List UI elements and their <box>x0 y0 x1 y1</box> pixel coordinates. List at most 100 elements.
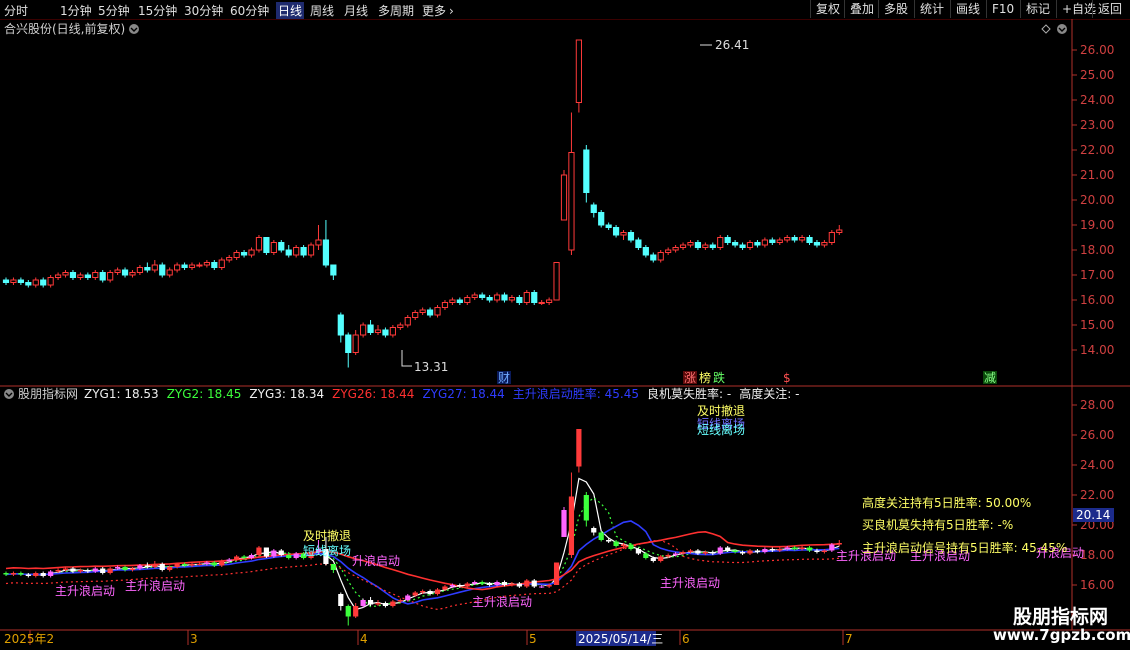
ind-candle-body <box>680 552 686 554</box>
signal-short-exit: 短线离场 <box>303 543 351 558</box>
ind-candle-body <box>546 585 552 587</box>
price-tick-label: 25.00 <box>1080 68 1114 82</box>
indicator-dropdown-icon[interactable] <box>4 389 14 399</box>
back-button[interactable]: 返回 <box>1092 0 1127 18</box>
ind-candle-body <box>234 556 240 560</box>
stat-attention: 高度关注持有5日胜率: 50.00% <box>862 495 1031 510</box>
candle-body <box>516 297 523 303</box>
ind-candle-body <box>375 603 381 605</box>
candle-body <box>627 232 635 241</box>
candle-body <box>121 269 129 276</box>
tab-60min[interactable]: 60分钟 <box>230 2 269 19</box>
candle-body <box>798 237 806 241</box>
ind-candle-body <box>673 553 679 555</box>
candle-body <box>486 297 493 301</box>
ind-candle-body <box>598 532 604 540</box>
candle-body <box>456 299 463 303</box>
event-marker-dollar[interactable]: $ <box>783 371 791 385</box>
price-tick-label: 16.00 <box>1080 293 1114 307</box>
candle-body <box>612 227 620 236</box>
low-marker: 13.31 <box>401 350 448 374</box>
candle-body <box>285 249 292 256</box>
tab-1min[interactable]: 1分钟 <box>60 2 92 19</box>
candle-body <box>92 272 99 278</box>
candle-body <box>650 254 657 261</box>
high-marker: 26.41 <box>700 38 749 52</box>
win-rate-stats: 高度关注持有5日胜率: 50.00% 买良机莫失持有5日胜率: -% 主升浪启动… <box>862 495 1067 555</box>
candle-body <box>77 274 84 278</box>
event-marker-fin[interactable]: 财 <box>498 371 510 385</box>
candle-body <box>426 309 434 316</box>
ind-candle-body <box>501 582 508 585</box>
title-dropdown-icon[interactable] <box>129 24 139 34</box>
candle-body <box>806 237 813 243</box>
candle-body <box>746 242 754 248</box>
candle-body <box>307 244 315 256</box>
candle-body <box>218 259 225 268</box>
statistics-button[interactable]: 统计 <box>914 0 949 18</box>
tab-daily[interactable]: 日线 <box>276 2 305 19</box>
tab-fenshi[interactable]: 分时 <box>4 2 28 19</box>
candle-body <box>84 274 91 278</box>
candle-body <box>449 299 456 303</box>
current-value: 20.14 <box>1076 508 1110 522</box>
candle-body <box>434 307 441 316</box>
ind-candle-body <box>390 601 396 606</box>
date-label-3: 5 <box>529 632 537 646</box>
ind-candle-body <box>464 583 470 587</box>
ind-candle-body <box>583 495 589 521</box>
candle-body <box>69 272 77 278</box>
candle-body <box>828 232 835 243</box>
ind-candle-body <box>338 594 344 606</box>
cursor-date: 2025/05/14/三 <box>578 632 663 646</box>
ind-candle-body <box>434 589 441 594</box>
tab-multi-period[interactable]: 多周期 <box>378 2 414 19</box>
mark-button[interactable]: 标记 <box>1020 0 1055 18</box>
diamond-icon[interactable] <box>1041 24 1051 34</box>
candle-body <box>114 269 121 273</box>
chevron-right-icon: › <box>449 4 454 18</box>
ind-candle-body <box>821 550 827 552</box>
candle-body <box>464 297 471 303</box>
event-marker-reduce[interactable]: 减 <box>984 371 996 385</box>
kline-chart[interactable]: 合兴股份(日线,前复权) 26.00 25.00 24.00 23.00 22.00 21… <box>0 19 1130 650</box>
f10-button[interactable]: F10 <box>986 0 1019 18</box>
candle-body <box>724 237 731 243</box>
tab-monthly[interactable]: 月线 <box>344 2 368 19</box>
event-marker-rise[interactable]: 涨 <box>684 370 696 385</box>
tab-weekly[interactable]: 周线 <box>310 2 334 19</box>
candle-body <box>151 264 158 271</box>
settings-dropdown-icon[interactable] <box>1057 24 1067 34</box>
candle-body <box>479 294 486 298</box>
ind-candle-body <box>613 541 619 546</box>
tab-5min[interactable]: 5分钟 <box>98 2 130 19</box>
ind-candle-body <box>405 595 411 600</box>
candle-body <box>255 237 263 251</box>
candle-body <box>739 244 746 248</box>
watermark-title: 股朋指标网 <box>1013 606 1109 628</box>
tab-15min[interactable]: 15分钟 <box>138 2 177 19</box>
draw-button[interactable]: 画线 <box>950 0 985 18</box>
candle-body <box>813 242 821 246</box>
price-tick-label: 22.00 <box>1080 143 1114 157</box>
tab-30min[interactable]: 30分钟 <box>184 2 223 19</box>
ind-candle-body <box>174 564 180 567</box>
event-marker-list[interactable]: 榜 <box>699 370 711 385</box>
ind-candle-body <box>531 580 537 587</box>
candle-body <box>412 312 419 318</box>
adjust-button[interactable]: 复权 <box>810 0 845 18</box>
event-marker-fall[interactable]: 跌 <box>713 370 725 385</box>
overlay-button[interactable]: 叠加 <box>844 0 879 18</box>
candle-body <box>2 279 10 283</box>
signal-retreat-2: 及时撤退 <box>697 403 745 418</box>
candle-body <box>278 242 285 251</box>
candle-body <box>523 292 530 303</box>
candle-body <box>776 239 783 243</box>
ind-candle-body <box>747 550 753 554</box>
candle-body <box>821 242 828 246</box>
candle-body <box>129 272 136 276</box>
indicator-value: 高度关注: - <box>739 386 799 401</box>
ind-candle-body <box>620 544 627 546</box>
tab-more[interactable]: 更多 › <box>422 2 454 19</box>
multi-stock-button[interactable]: 多股 <box>878 0 913 18</box>
